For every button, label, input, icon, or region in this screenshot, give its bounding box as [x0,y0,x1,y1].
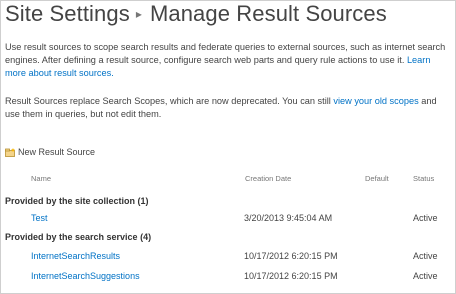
page-title: Site Settings ▸ Manage Result Sources [5,1,387,27]
column-header-creation-date[interactable]: Creation Date [245,174,291,183]
new-result-source-button[interactable]: New Result Source [5,147,95,157]
group-header-site-collection: Provided by the site collection (1) [5,196,149,206]
column-header-name[interactable]: Name [31,174,51,183]
breadcrumb-site-settings[interactable]: Site Settings [5,1,130,26]
status-cell: Active [413,251,438,261]
result-source-name-link[interactable]: InternetSearchResults [31,251,120,261]
group-header-search-service: Provided by the search service (4) [5,232,152,242]
column-header-default[interactable]: Default [365,174,389,183]
status-cell: Active [413,271,438,281]
breadcrumb-separator-icon: ▸ [135,7,142,21]
result-source-name-link[interactable]: Test [31,213,48,223]
creation-date-cell: 3/20/2013 9:45:04 AM [244,213,333,223]
breadcrumb-current: Manage Result Sources [149,1,387,26]
new-item-icon [5,147,15,157]
deprecation-paragraph: Result Sources replace Search Scopes, wh… [5,95,449,121]
deprecation-text: Result Sources replace Search Scopes, wh… [5,96,334,106]
intro-text: Use result sources to scope search resul… [5,42,446,65]
manage-result-sources-page: Site Settings ▸ Manage Result Sources Use … [1,1,455,293]
new-result-source-label: New Result Source [18,147,96,157]
result-source-name-link[interactable]: InternetSearchSuggestions [31,271,140,281]
creation-date-cell: 10/17/2012 6:20:15 PM [244,271,338,281]
intro-paragraph: Use result sources to scope search resul… [5,41,449,80]
creation-date-cell: 10/17/2012 6:20:15 PM [244,251,338,261]
view-old-scopes-link[interactable]: view your old scopes [333,96,418,106]
status-cell: Active [413,213,438,223]
column-header-status[interactable]: Status [413,174,434,183]
